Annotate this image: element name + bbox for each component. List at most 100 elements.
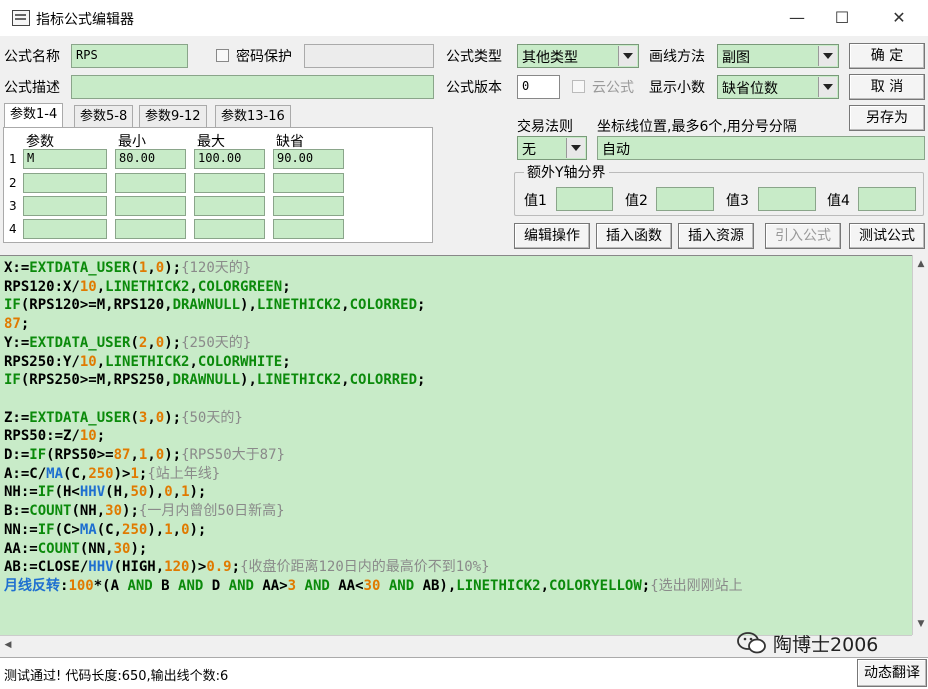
- formula-type-select[interactable]: 其他类型: [517, 44, 639, 68]
- value2-input[interactable]: [656, 187, 714, 211]
- edit-operation-button[interactable]: 编辑操作: [514, 223, 590, 249]
- code-token: AND: [178, 577, 204, 594]
- param-max-input[interactable]: [194, 196, 265, 216]
- confirm-button[interactable]: 确 定: [849, 43, 925, 69]
- code-token: ;: [96, 428, 106, 445]
- window-title: 指标公式编辑器: [36, 12, 134, 28]
- param-min-input[interactable]: [115, 219, 186, 239]
- password-checkbox[interactable]: [216, 49, 229, 62]
- insert-function-button[interactable]: 插入函数: [596, 223, 672, 249]
- formula-version-input[interactable]: 0: [517, 75, 560, 99]
- code-token: 0: [181, 521, 190, 538]
- param-header-min: 最小: [118, 134, 146, 150]
- code-token: EXTDATA_USER: [29, 409, 131, 426]
- param-default-input[interactable]: [273, 196, 344, 216]
- code-token: 1: [130, 465, 139, 482]
- code-token: RPS250:Y/: [4, 353, 80, 370]
- code-token: LINETHICK2: [256, 372, 342, 389]
- decimal-select[interactable]: 缺省位数: [717, 75, 839, 99]
- param-name-input[interactable]: [23, 196, 107, 216]
- code-token: )>: [189, 559, 207, 576]
- code-token: RPS120:X/: [4, 278, 80, 295]
- close-button[interactable]: ✕: [884, 4, 914, 32]
- test-formula-button[interactable]: 测试公式: [849, 223, 925, 249]
- cloud-formula-checkbox[interactable]: [572, 80, 585, 93]
- code-line: A:=C/MA(C,250)>1;{站上年线}: [4, 465, 912, 484]
- code-token: 0: [155, 260, 165, 276]
- trade-rule-value: 无: [522, 142, 536, 158]
- code-token: HHV: [79, 484, 106, 501]
- param-name-input[interactable]: [23, 219, 107, 239]
- param-default-input[interactable]: [273, 219, 344, 239]
- code-token: B:=: [4, 503, 30, 520]
- draw-method-select[interactable]: 副图: [717, 44, 839, 68]
- dynamic-translate-button[interactable]: 动态翻译: [857, 659, 927, 687]
- param-max-input[interactable]: 100.00: [194, 149, 265, 169]
- scroll-left-icon[interactable]: ◀: [0, 636, 16, 654]
- code-token: AND: [388, 577, 415, 594]
- code-line: NN:=IF(C>MA(C,250),1,0);: [4, 521, 912, 540]
- coord-line-input[interactable]: 自动: [597, 136, 925, 160]
- import-formula-button[interactable]: 引入公式: [765, 223, 841, 249]
- value3-input[interactable]: [758, 187, 816, 211]
- param-default-input[interactable]: [273, 173, 344, 193]
- chevron-down-icon: [566, 138, 585, 158]
- formula-desc-input[interactable]: [71, 75, 434, 99]
- code-token: 100: [68, 577, 94, 594]
- param-min-input[interactable]: [115, 173, 186, 193]
- code-token: 87: [4, 316, 21, 333]
- code-token: MA: [46, 465, 64, 482]
- code-token: (H,: [105, 484, 131, 501]
- code-editor[interactable]: X:=EXTDATA_USER(1,0);{120天的} RPS120:X/10,…: [0, 255, 912, 636]
- param-max-input[interactable]: [194, 219, 265, 239]
- tab-params-5-8[interactable]: 参数5-8: [74, 105, 134, 128]
- tab-params-9-12[interactable]: 参数9-12: [139, 105, 207, 128]
- code-token: NH:=: [4, 484, 38, 501]
- maximize-button[interactable]: ☐: [827, 4, 857, 32]
- tab-params-1-4[interactable]: 参数1-4: [4, 103, 64, 129]
- minimize-button[interactable]: —: [782, 4, 812, 32]
- param-min-input[interactable]: [115, 196, 186, 216]
- formula-name-input[interactable]: RPS: [71, 44, 188, 68]
- save-as-button[interactable]: 另存为: [849, 105, 925, 131]
- code-token: {120天的}: [181, 260, 252, 276]
- code-token: ,: [147, 334, 156, 351]
- value4-input[interactable]: [858, 187, 916, 211]
- scroll-up-icon[interactable]: ▲: [913, 255, 928, 273]
- vertical-scrollbar[interactable]: ▲ ▼: [912, 255, 928, 635]
- cancel-button[interactable]: 取 消: [849, 74, 925, 100]
- value3-label: 值3: [726, 193, 749, 209]
- param-min-input[interactable]: 80.00: [115, 149, 186, 169]
- code-line: B:=COUNT(NH,30);{一月内曾创50日新高}: [4, 502, 912, 521]
- code-token: AND: [304, 577, 330, 594]
- code-token: ,: [341, 372, 350, 389]
- param-name-input[interactable]: M: [23, 149, 107, 169]
- password-input[interactable]: [304, 44, 434, 68]
- code-token: IF: [29, 447, 47, 464]
- insert-resource-button[interactable]: 插入资源: [678, 223, 754, 249]
- scroll-down-icon[interactable]: ▼: [913, 615, 928, 633]
- code-token: (HIGH,: [113, 559, 165, 576]
- code-token: IF: [37, 521, 55, 538]
- tab-params-13-16[interactable]: 参数13-16: [215, 105, 291, 128]
- code-token: AND: [127, 577, 153, 594]
- code-token: ,: [189, 353, 198, 370]
- app-icon: [12, 10, 30, 26]
- param-name-input[interactable]: [23, 173, 107, 193]
- code-token: 10: [79, 353, 97, 370]
- formula-desc-label: 公式描述: [4, 80, 60, 96]
- param-max-input[interactable]: [194, 173, 265, 193]
- code-token: ,: [147, 260, 156, 276]
- code-token: COUNT: [29, 503, 72, 520]
- code-line: RPS50:=Z/10;: [4, 427, 912, 446]
- code-token: ,: [96, 278, 106, 295]
- trade-rule-select[interactable]: 无: [517, 136, 587, 160]
- code-token: IF: [37, 484, 55, 501]
- value1-input[interactable]: [556, 187, 613, 211]
- code-token: 0: [164, 484, 173, 501]
- code-token: );: [122, 503, 139, 520]
- code-token: ;: [20, 316, 30, 333]
- code-line: X:=EXTDATA_USER(1,0);{120天的}: [4, 259, 912, 278]
- param-default-input[interactable]: 90.00: [273, 149, 344, 169]
